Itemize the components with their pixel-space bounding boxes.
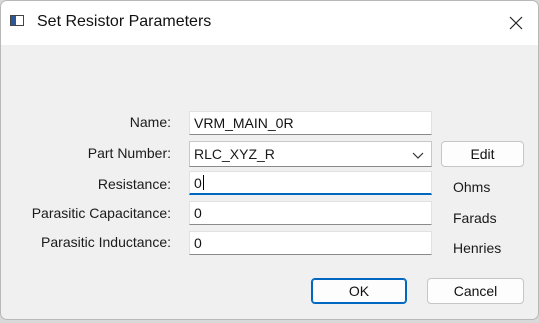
resistance-value: 0 [194,175,202,191]
capacitance-field[interactable]: 0 [189,201,432,225]
window-icon [10,15,24,26]
cancel-button[interactable]: Cancel [427,278,524,304]
inductance-label: Parasitic Inductance: [41,234,171,250]
name-field[interactable]: VRM_MAIN_0R [189,111,432,135]
close-icon [509,16,523,30]
capacitance-label: Parasitic Capacitance: [31,205,171,221]
close-button[interactable] [494,1,538,45]
inductance-unit: Henries [453,240,502,256]
name-label: Name: [129,114,171,130]
title-bar[interactable]: Set Resistor Parameters [1,1,538,45]
resistance-field[interactable]: 0 [189,171,432,195]
text-cursor [202,175,204,190]
resistance-label: Resistance: [97,176,171,192]
resistance-unit: Ohms [453,179,491,195]
inductance-field[interactable]: 0 [189,231,432,255]
capacitance-unit: Farads [453,210,497,226]
ok-button[interactable]: OK [311,278,407,304]
chevron-down-icon [412,152,424,159]
part-number-value: RLC_XYZ_R [194,146,275,162]
ok-button-label: OK [348,283,370,299]
window-title: Set Resistor Parameters [37,13,212,30]
edit-button[interactable]: Edit [441,141,524,167]
part-number-label: Part Number: [87,145,171,161]
part-number-select[interactable]: RLC_XYZ_R [189,141,432,167]
edit-button-label: Edit [470,146,495,162]
cancel-button-label: Cancel [453,283,498,299]
dialog-window: Set Resistor Parameters Name: VRM_MAIN_0… [0,0,539,320]
